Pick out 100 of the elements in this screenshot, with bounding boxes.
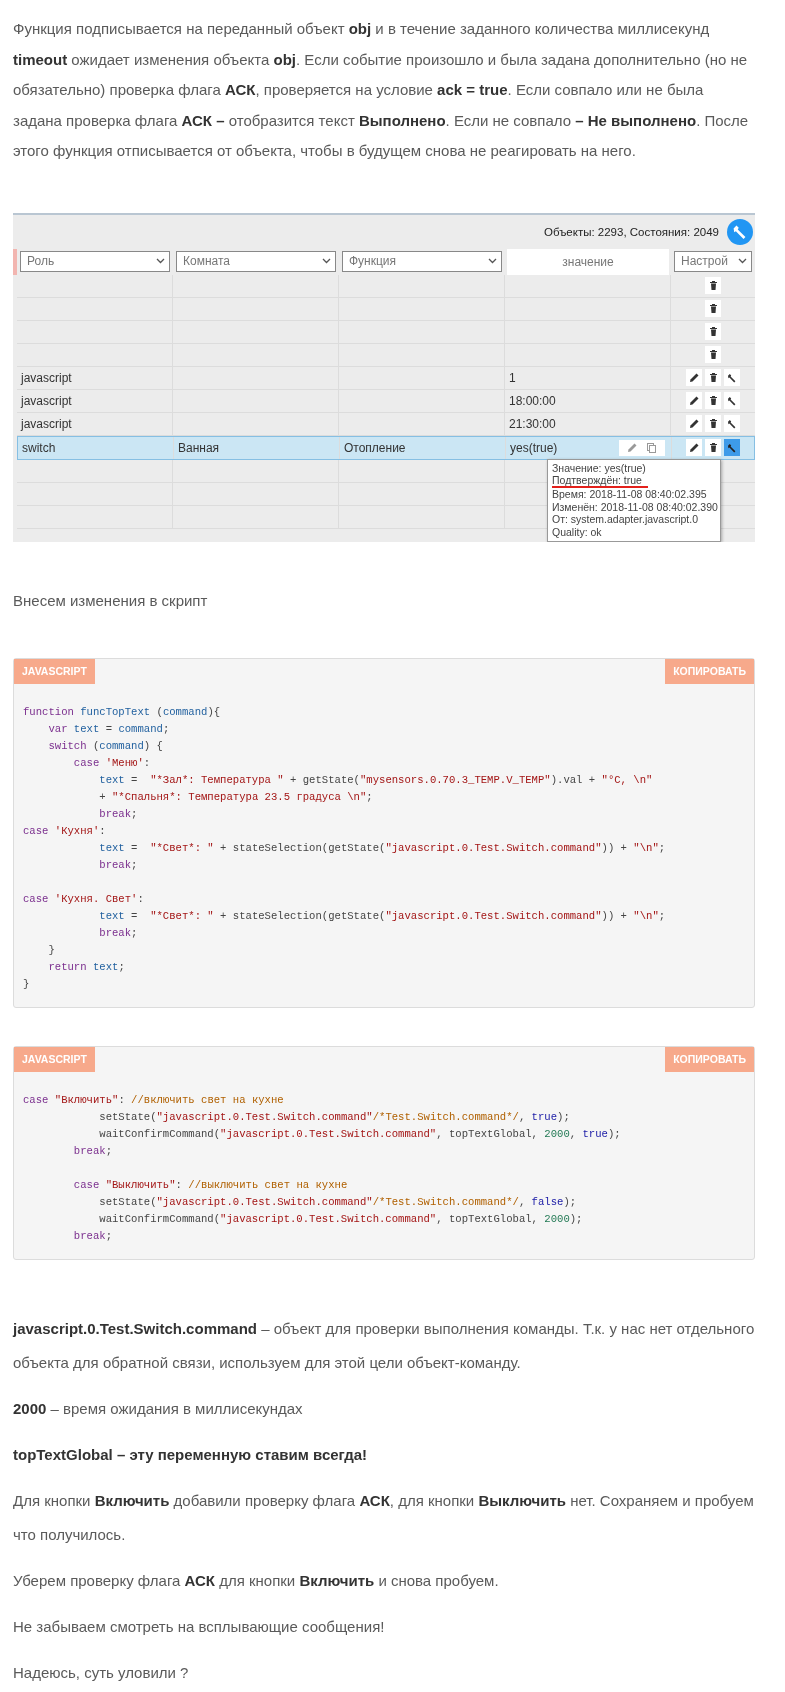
code-line: case 'Кухня. Свет': <box>23 892 144 905</box>
paragraph: Надеюсь, суть уловили ? <box>13 1662 190 1683</box>
code-line: text = "*Свет*: " + stateSelection(getState("javascript.0.Test.Switch.command")) + "\n"; <box>98 909 666 922</box>
table-cell: javascript <box>21 370 72 385</box>
tooltip-line: Подтверждён: true <box>552 475 648 488</box>
table-cell: javascript <box>21 416 72 431</box>
language-label: JAVASCRIPT <box>14 1046 95 1072</box>
code-line: var text = command; <box>47 722 170 735</box>
code-line: break; <box>98 858 138 871</box>
filter-dropdown[interactable]: Комната <box>176 250 336 272</box>
trash-icon <box>709 396 717 405</box>
object-count-text: Объекты: 2293, Состояния: 2049 <box>544 225 719 238</box>
trash-icon <box>709 327 717 336</box>
tooltip-line: Quality: ok <box>552 525 602 538</box>
chevron-icon <box>488 258 497 264</box>
filter-dropdown[interactable]: Настрой <box>674 250 752 272</box>
delete-button[interactable] <box>705 439 721 456</box>
paragraph: Внесем изменения в скрипт <box>13 590 209 611</box>
paragraph: javascript.0.Test.Switch.command – объект для проверки выполнения команды. Т.к. у нас нет отдельного объекта для обратной связи, используем для этой цели объект-команду. <box>13 1318 755 1373</box>
delete-button[interactable] <box>705 415 721 432</box>
table-cell: 1 <box>509 370 516 385</box>
code-line: function funcTopText (command){ <box>23 705 221 718</box>
delete-button[interactable] <box>705 392 721 409</box>
code-line: case "Выключить": //выключить свет на кухне <box>72 1178 348 1191</box>
pencil-icon <box>689 443 699 452</box>
trash-icon <box>709 350 717 359</box>
code-line: } <box>23 977 30 990</box>
code-line: break; <box>98 926 138 939</box>
paragraph: Уберем проверку флага АСК для кнопки Включить и снова пробуем. <box>13 1570 500 1591</box>
settings-button[interactable] <box>724 369 740 386</box>
tooltip-line: От: system.adapter.javascript.0 <box>552 513 699 525</box>
table-row[interactable]: javascript 21:30:00 <box>17 412 755 436</box>
filter-dropdown[interactable]: Функция <box>342 250 502 272</box>
paragraph: 2000 – время ожидания в миллисекундах <box>13 1398 304 1419</box>
chevron-icon <box>738 258 747 264</box>
table-row[interactable]: javascript 1 <box>17 366 755 390</box>
trash-icon <box>709 443 717 452</box>
edit-button[interactable] <box>686 439 702 456</box>
delete-button[interactable] <box>705 346 721 363</box>
trash-icon <box>709 373 717 382</box>
code-line: text = "*Свет*: " + stateSelection(getState("javascript.0.Test.Switch.command")) + "\n"; <box>98 841 666 854</box>
wrench-icon <box>732 223 748 240</box>
filter-dropdown[interactable]: Роль <box>20 250 170 272</box>
trash-icon <box>709 419 717 428</box>
code-line: text = "*Зал*: Температура " + getState("mysensors.0.70.3_TEMP.V_TEMP").val + "°C, \n" <box>98 773 653 786</box>
code-line: waitConfirmCommand("javascript.0.Test.Switch.command", topTextGlobal, 2000); <box>98 1212 583 1225</box>
pencil-icon <box>689 419 699 428</box>
table-row[interactable]: switch Ванная Отопление yes(true) <box>17 435 755 460</box>
table-cell: 21:30:00 <box>509 416 556 431</box>
settings-button[interactable] <box>724 392 740 409</box>
table-cell: Ванная <box>178 440 220 455</box>
code-line: setState("javascript.0.Test.Switch.command"/*Test.Switch.command*/, false); <box>98 1195 577 1208</box>
table-cell: 18:00:00 <box>509 393 556 408</box>
code-line: switch (command) { <box>47 739 163 752</box>
code-line: waitConfirmCommand("javascript.0.Test.Switch.command", topTextGlobal, 2000, true); <box>98 1127 621 1140</box>
table-cell: Отопление <box>344 440 406 455</box>
wrench-icon <box>727 442 737 453</box>
code-line: break; <box>72 1144 112 1157</box>
code-line: case 'Меню': <box>72 756 151 769</box>
delete-button[interactable] <box>705 323 721 340</box>
code-line: break; <box>98 807 138 820</box>
paragraph: Не забываем смотреть на всплывающие сообщения! <box>13 1616 386 1637</box>
trash-icon <box>709 281 717 290</box>
code-line: } <box>47 943 55 956</box>
chevron-icon <box>156 258 165 264</box>
table-row[interactable]: javascript 18:00:00 <box>17 389 755 413</box>
edit-button[interactable] <box>686 392 702 409</box>
code-line: return text; <box>47 960 125 973</box>
table-cell: javascript <box>21 393 72 408</box>
settings-button[interactable] <box>724 439 740 456</box>
tooltip-line: Время: 2018-11-08 08:40:02.395 <box>552 488 707 500</box>
edit-button[interactable] <box>686 369 702 386</box>
tooltip-line: Изменён: 2018-11-08 08:40:02.390 <box>552 500 718 513</box>
code-line: case "Включить": //включить свет на кухне <box>23 1093 284 1106</box>
language-label: JAVASCRIPT <box>14 658 95 684</box>
paragraph: Функция подписывается на переданный объект obj и в течение заданного количества миллисекунд timeout ожидает изменения объекта obj. Если событие произошло и была задана дополнительно (но не обязательно) проверка флага АСК, проверяется на условие ack = true. Если совпало или не была задана проверка флага АСК – отобразится текст Выполнено. Если не совпало – Не выполнено. После этого функция отписывается от объекта, чтобы в будущем снова не реагировать на него. <box>13 19 750 161</box>
code-line: + "*Спальня*: Температура 23.5 градуса \n"; <box>98 790 373 803</box>
table-cell: switch <box>22 440 56 455</box>
edit-button[interactable] <box>686 415 702 432</box>
code-line: case 'Кухня': <box>23 824 106 837</box>
wrench-icon <box>727 395 737 406</box>
delete-button[interactable] <box>705 369 721 386</box>
copy-icon <box>647 442 656 453</box>
pencil-icon <box>689 396 699 405</box>
settings-button[interactable] <box>724 415 740 432</box>
table-cell: yes(true) <box>510 440 558 455</box>
paragraph: topTextGlobal – эту переменную ставим всегда! <box>13 1444 369 1465</box>
delete-button[interactable] <box>705 300 721 317</box>
paragraph: Для кнопки Включить добавили проверку флага АСК, для кнопки Выключить нет. Сохраняем и пробуем что получилось. <box>13 1490 755 1545</box>
chevron-icon <box>322 258 331 264</box>
pencil-icon <box>689 373 699 382</box>
column-header: значение <box>507 248 669 275</box>
tooltip-line: Значение: yes(true) <box>552 461 646 474</box>
trash-icon <box>709 304 717 313</box>
wrench-icon <box>727 418 737 429</box>
delete-button[interactable] <box>705 277 721 294</box>
wrench-icon <box>727 372 737 383</box>
code-line: break; <box>72 1229 112 1242</box>
code-line: setState("javascript.0.Test.Switch.command"/*Test.Switch.command*/, true); <box>98 1110 570 1123</box>
pencil-icon <box>628 443 637 452</box>
